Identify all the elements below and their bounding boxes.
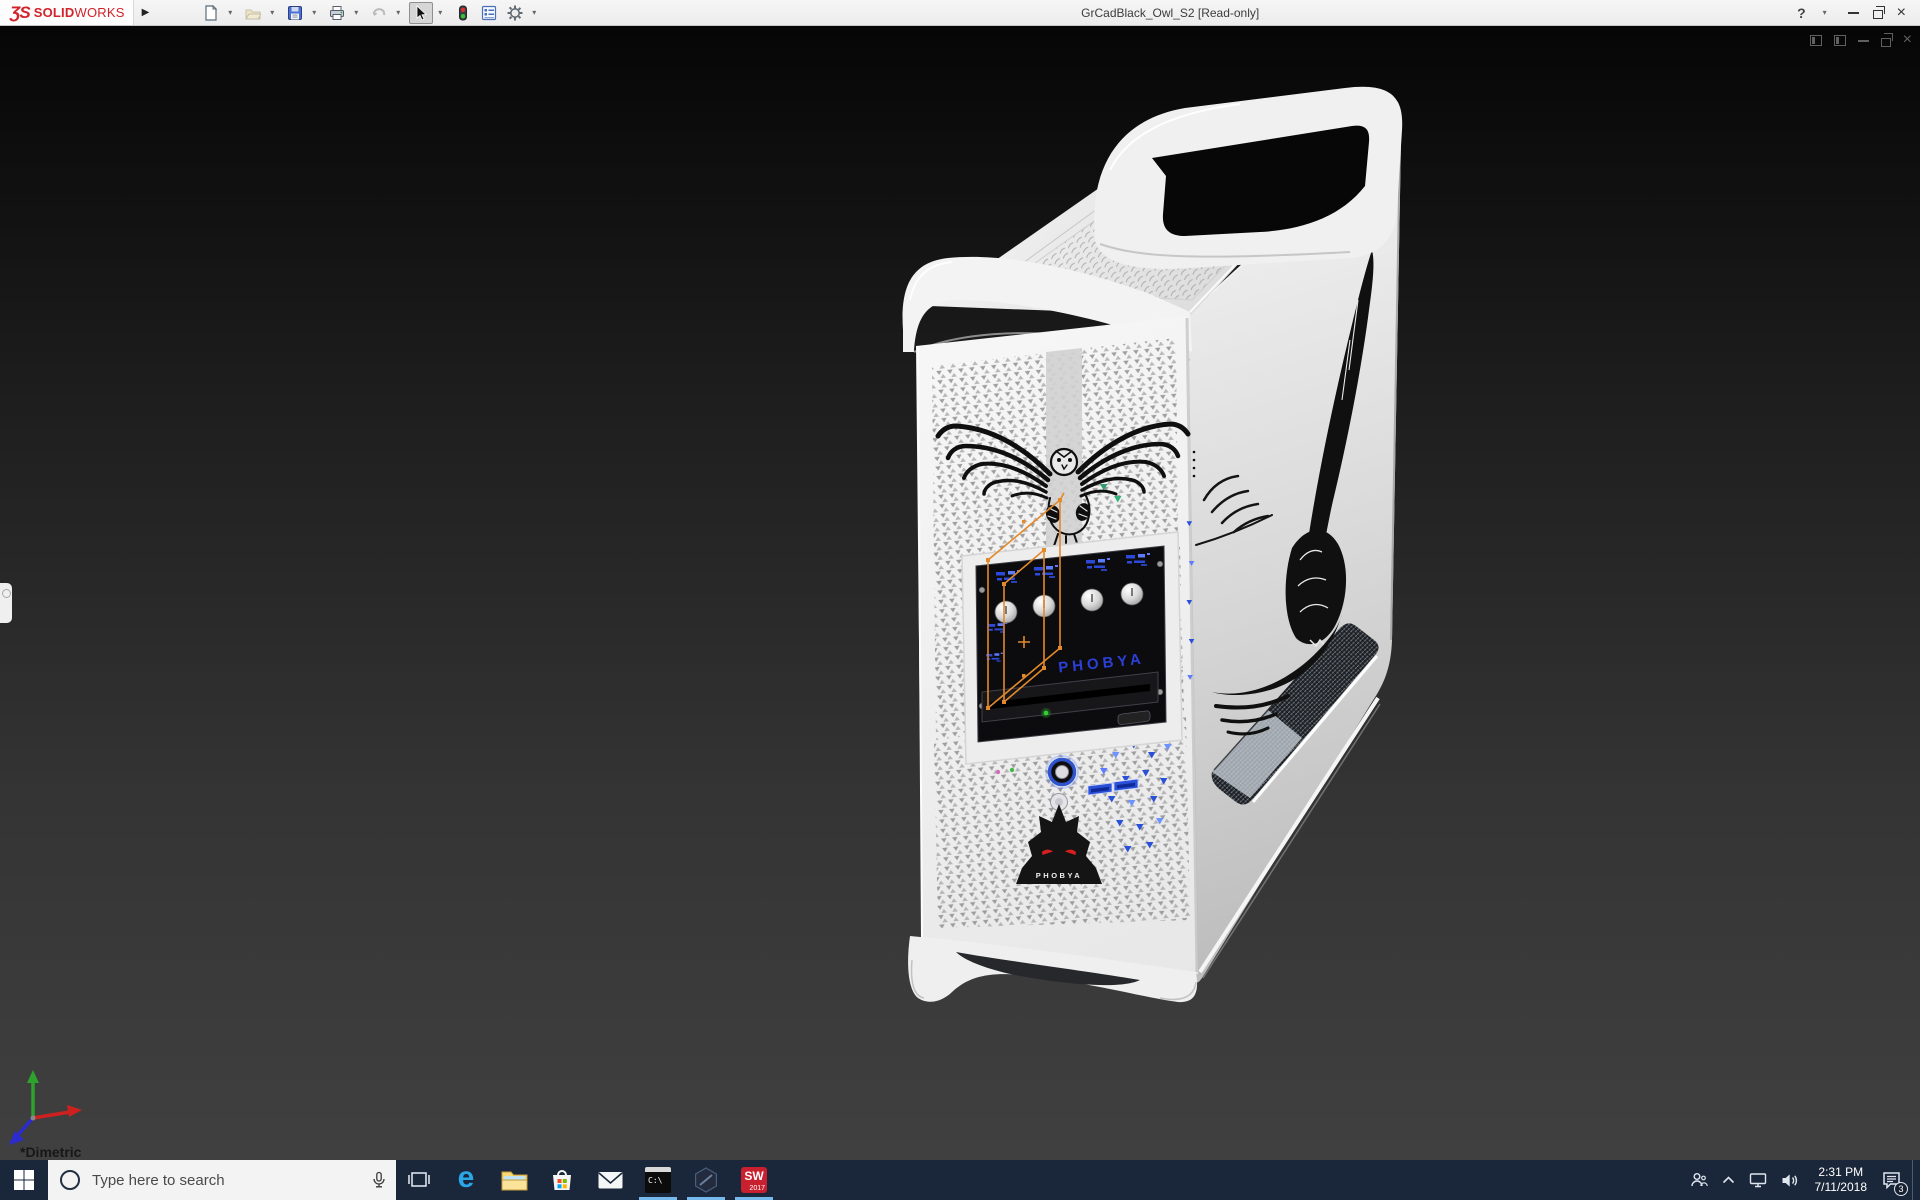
front-panel[interactable]: PHOBYA — [916, 316, 1198, 974]
clock-time: 2:31 PM — [1818, 1165, 1863, 1180]
undo-button[interactable] — [367, 2, 391, 24]
open-button[interactable] — [241, 2, 265, 24]
edge-icon: e — [458, 1163, 475, 1193]
show-desktop-button[interactable] — [1912, 1160, 1920, 1200]
display-settings-button[interactable] — [477, 2, 501, 24]
taskbar-mail[interactable] — [586, 1160, 634, 1200]
document-close-button[interactable]: × — [1903, 33, 1912, 47]
new-document-button[interactable] — [199, 2, 223, 24]
taskbar-clock[interactable]: 2:31 PM 7/11/2018 — [1806, 1165, 1877, 1195]
brand-text-works: WORKS — [74, 5, 124, 20]
options-button[interactable] — [503, 2, 527, 24]
pane-toggle-icon[interactable] — [1834, 35, 1846, 46]
mail-icon — [597, 1169, 624, 1191]
clock-date: 7/11/2018 — [1815, 1180, 1868, 1195]
property-list-icon — [481, 5, 497, 21]
save-floppy-icon — [287, 5, 303, 21]
tray-overflow-chevron[interactable] — [1715, 1160, 1742, 1200]
cortana-icon — [60, 1170, 80, 1190]
window-controls: ? ▾ × — [1797, 5, 1920, 21]
dropdown-caret-icon[interactable]: ▾ — [267, 8, 277, 17]
help-button[interactable]: ? — [1797, 5, 1806, 21]
orientation-label: *Dimetric — [20, 1144, 82, 1160]
dropdown-caret-icon[interactable]: ▾ — [309, 8, 319, 17]
document-minimize-button[interactable] — [1858, 39, 1869, 42]
badge-brand-text: PHOBYA — [1036, 871, 1082, 880]
file-explorer-icon — [501, 1168, 528, 1192]
dropdown-caret-icon[interactable]: ▾ — [225, 8, 235, 17]
speaker-icon — [1781, 1173, 1799, 1188]
taskbar-edge[interactable]: e — [442, 1160, 490, 1200]
traffic-light-icon — [455, 5, 471, 21]
taskbar-command-prompt[interactable]: C:\ — [634, 1160, 682, 1200]
brand-text-solid: SOLID — [34, 5, 75, 20]
print-icon — [329, 5, 345, 21]
rebuild-button[interactable] — [451, 2, 475, 24]
solidworks-2017-icon: SW2017 — [741, 1167, 767, 1193]
notification-badge: 3 — [1894, 1182, 1908, 1196]
dropdown-caret-icon[interactable]: ▾ — [435, 8, 445, 17]
people-button[interactable] — [1683, 1160, 1715, 1200]
system-tray: 2:31 PM 7/11/2018 3 — [1683, 1160, 1920, 1200]
minimize-button[interactable] — [1848, 11, 1859, 14]
dropdown-caret-icon[interactable]: ▾ — [1820, 8, 1830, 17]
command-prompt-icon: C:\ — [645, 1167, 671, 1193]
new-document-icon — [203, 5, 219, 21]
solidworks-logo: ƷS SOLIDWORKS — [0, 0, 134, 25]
open-folder-icon — [245, 5, 261, 21]
save-button[interactable] — [283, 2, 307, 24]
action-center-button[interactable]: 3 — [1876, 1160, 1912, 1200]
document-title: GrCadBlack_Owl_S2 [Read-only] — [543, 6, 1797, 20]
select-cursor-icon — [413, 5, 429, 21]
microphone-icon[interactable] — [370, 1171, 388, 1189]
menu-flyout-arrow[interactable]: ▶ — [134, 7, 158, 18]
taskbar-file-explorer[interactable] — [490, 1160, 538, 1200]
chevron-up-icon — [1722, 1175, 1735, 1185]
taskbar-solidworks[interactable]: SW2017 — [730, 1160, 778, 1200]
dropdown-caret-icon[interactable]: ▾ — [393, 8, 403, 17]
gear-icon — [507, 5, 523, 21]
dropdown-caret-icon[interactable]: ▾ — [529, 8, 539, 17]
document-window-controls: × — [1810, 33, 1912, 47]
close-button[interactable]: × — [1897, 6, 1906, 20]
network-button[interactable] — [1742, 1160, 1774, 1200]
search-input[interactable] — [90, 1171, 364, 1190]
print-button[interactable] — [325, 2, 349, 24]
taskbar-hexagon-app[interactable] — [682, 1160, 730, 1200]
solidworks-window: ƷS SOLIDWORKS ▶ ▾ ▾ ▾ ▾ ▾ ▾ — [0, 0, 1920, 1200]
restore-button[interactable] — [1873, 10, 1883, 19]
feature-tree-flyout-tab[interactable] — [0, 583, 12, 623]
dropdown-caret-icon[interactable]: ▾ — [351, 8, 361, 17]
document-restore-button[interactable] — [1881, 38, 1891, 47]
windows-logo-icon — [12, 1168, 36, 1192]
task-view-button[interactable] — [396, 1160, 442, 1200]
select-tool-button[interactable] — [409, 2, 433, 24]
viewport-canvas[interactable]: PHOBYA — [0, 26, 1920, 1160]
titlebar: ƷS SOLIDWORKS ▶ ▾ ▾ ▾ ▾ ▾ ▾ — [0, 0, 1920, 26]
solidworks-logo-mark: ƷS — [10, 3, 30, 23]
hexagon-app-icon — [692, 1166, 720, 1194]
taskbar: e C:\ — [0, 1160, 1920, 1200]
network-icon — [1749, 1172, 1767, 1188]
tree-tab-dot-icon — [2, 589, 11, 598]
taskbar-store[interactable] — [538, 1160, 586, 1200]
pane-toggle-icon[interactable] — [1810, 35, 1822, 46]
volume-button[interactable] — [1774, 1160, 1806, 1200]
graphics-viewport[interactable]: PHOBYA — [0, 26, 1920, 1160]
quick-access-toolbar: ▾ ▾ ▾ ▾ ▾ ▾ ▾ — [199, 2, 543, 24]
undo-icon — [371, 5, 387, 21]
store-icon — [548, 1166, 576, 1194]
taskbar-search[interactable] — [48, 1160, 396, 1200]
start-button[interactable] — [0, 1160, 48, 1200]
drive-led — [1044, 711, 1049, 716]
